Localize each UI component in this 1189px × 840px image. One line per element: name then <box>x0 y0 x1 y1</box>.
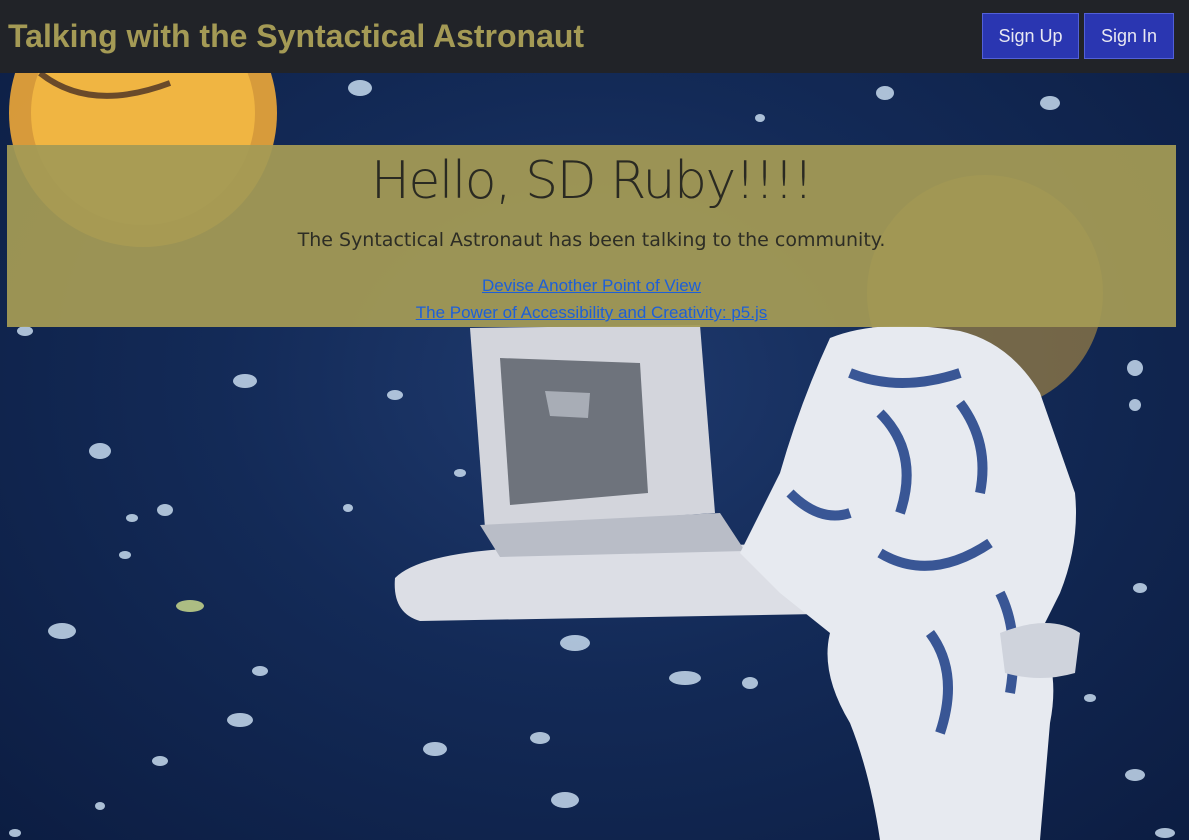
hero-section: Hello, SD Ruby!!!! The Syntactical Astro… <box>0 73 1189 840</box>
talk-link-devise[interactable]: Devise Another Point of View <box>7 275 1176 297</box>
hero-panel: Hello, SD Ruby!!!! The Syntactical Astro… <box>7 145 1176 327</box>
sign-in-button[interactable]: Sign In <box>1084 13 1174 59</box>
hero-lead-text: The Syntactical Astronaut has been talki… <box>297 229 886 251</box>
talk-link-p5js[interactable]: The Power of Accessibility and Creativit… <box>7 302 1176 324</box>
hero-headline: Hello, SD Ruby!!!! <box>370 151 814 211</box>
brand-title[interactable]: Talking with the Syntactical Astronaut <box>8 16 584 56</box>
navbar: Talking with the Syntactical Astronaut S… <box>0 0 1189 73</box>
sign-up-button[interactable]: Sign Up <box>982 13 1079 59</box>
